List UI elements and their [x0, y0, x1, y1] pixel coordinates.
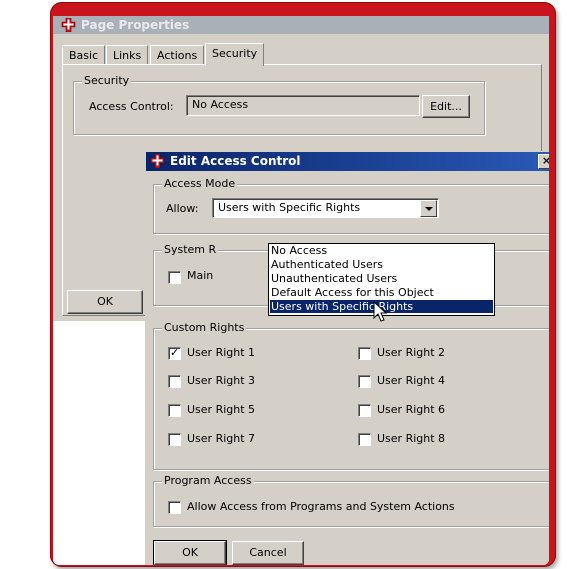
close-icon: × — [541, 154, 549, 167]
system-rights-group-label: System R — [162, 243, 219, 256]
user-right-1-checkbox[interactable]: ✓ — [168, 346, 181, 360]
allow-label: Allow: — [166, 202, 199, 215]
page-properties-title: Page Properties — [81, 18, 190, 32]
user-right-6-checkbox[interactable] — [358, 404, 371, 417]
edit-access-control-titlebar[interactable]: Edit Access Control × — [146, 152, 549, 171]
access-mode-group-label: Access Mode — [162, 177, 238, 190]
desktop-area: Page Properties Basic Links Actions Secu… — [53, 16, 549, 565]
allow-select[interactable]: Users with Specific Rights — [212, 198, 439, 218]
user-right-3-checkbox[interactable] — [168, 375, 181, 388]
arrow-cursor-icon — [373, 300, 389, 323]
tab-basic[interactable]: Basic — [62, 45, 106, 65]
custom-rights-group-label: Custom Rights — [162, 321, 247, 334]
user-right-4-label: User Right 4 — [377, 374, 446, 387]
edit-access-control-dialog: Edit Access Control × Access Mode Allow:… — [145, 151, 549, 565]
user-right-8-checkbox[interactable] — [358, 433, 371, 446]
custom-rights-group: Custom Rights ✓ User Right 1 User Right … — [153, 321, 549, 470]
cancel-button[interactable]: Cancel — [232, 541, 304, 565]
user-right-1-label: User Right 1 — [187, 346, 256, 359]
user-right-8-label: User Right 8 — [377, 432, 446, 445]
page-properties-titlebar[interactable]: Page Properties — [53, 16, 549, 34]
user-right-6-label: User Right 6 — [377, 403, 446, 416]
program-access-checkbox-label: Allow Access from Programs and System Ac… — [187, 500, 455, 513]
check-icon: ✓ — [170, 346, 180, 359]
ok-button[interactable]: OK — [153, 540, 227, 565]
system-rights-checkbox[interactable] — [168, 271, 181, 284]
system-rights-checkbox-label: Main — [187, 269, 214, 282]
security-group: Security Access Control: No Access Edit.… — [73, 74, 485, 135]
user-right-3-label: User Right 3 — [187, 374, 256, 387]
user-right-2-label: User Right 2 — [377, 346, 446, 359]
user-right-5-checkbox[interactable] — [168, 404, 181, 417]
screenshot-frame: Page Properties Basic Links Actions Secu… — [50, 2, 556, 567]
program-access-checkbox[interactable] — [168, 501, 181, 514]
red-cross-logo-icon — [150, 154, 165, 168]
edit-access-control-title: Edit Access Control — [170, 154, 301, 168]
edit-button[interactable]: Edit... — [422, 95, 470, 118]
user-right-7-checkbox[interactable] — [168, 433, 181, 446]
access-mode-group: Access Mode Allow: Users with Specific R… — [153, 177, 549, 234]
close-button[interactable]: × — [538, 154, 549, 169]
option-no-access[interactable]: No Access — [270, 244, 493, 257]
tab-actions[interactable]: Actions — [150, 45, 205, 65]
access-control-label: Access Control: — [89, 100, 174, 113]
allow-select-value: Users with Specific Rights — [218, 201, 361, 214]
chevron-down-icon[interactable] — [420, 200, 437, 217]
red-cross-logo-icon — [61, 18, 76, 32]
tab-links[interactable]: Links — [106, 45, 149, 65]
security-group-label: Security — [82, 74, 132, 87]
access-control-field: No Access — [186, 95, 420, 116]
user-right-2-checkbox[interactable] — [358, 347, 371, 360]
option-authenticated-users[interactable]: Authenticated Users — [270, 258, 493, 271]
user-right-5-label: User Right 5 — [187, 403, 256, 416]
page-properties-ok-button[interactable]: OK — [67, 290, 143, 314]
option-unauthenticated-users[interactable]: Unauthenticated Users — [270, 272, 493, 285]
program-access-group-label: Program Access — [162, 474, 254, 487]
tab-security[interactable]: Security — [205, 43, 265, 66]
program-access-group: Program Access Allow Access from Program… — [153, 474, 549, 527]
user-right-7-label: User Right 7 — [187, 432, 256, 445]
user-right-4-checkbox[interactable] — [358, 375, 371, 388]
option-default-access[interactable]: Default Access for this Object — [270, 286, 493, 299]
